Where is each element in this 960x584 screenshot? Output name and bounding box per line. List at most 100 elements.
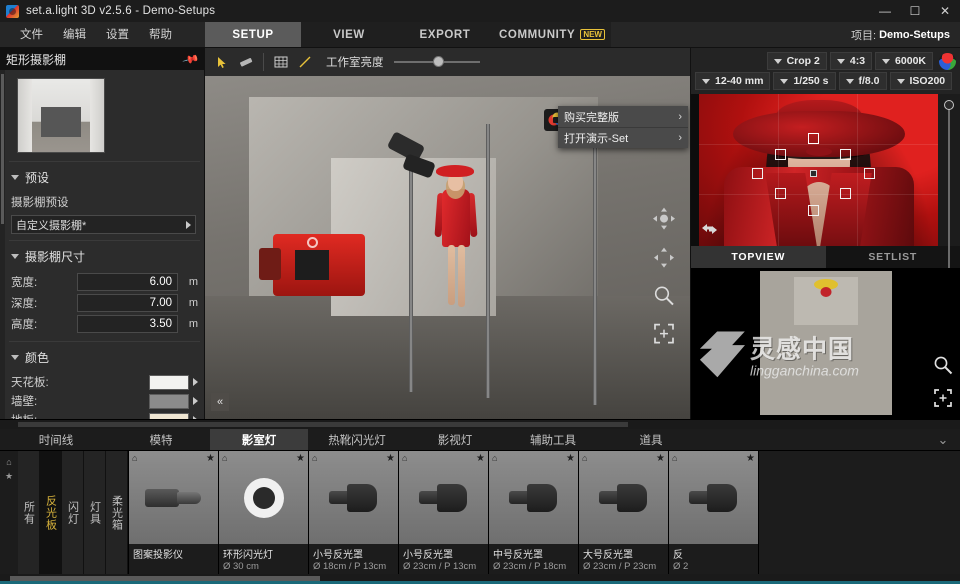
menu-item-edit[interactable]: 编辑 (53, 22, 96, 48)
cursor-arrow-icon[interactable] (211, 51, 233, 73)
side-tab-fixtures[interactable]: 灯具 (84, 451, 106, 574)
tab-view[interactable]: VIEW (301, 22, 397, 47)
ceiling-color-swatch[interactable] (149, 375, 189, 390)
library-item[interactable]: ⌂ ★ 小号反光罩 Ø 18cm / P 13cm (309, 451, 399, 574)
tab-continuous-lights[interactable]: 影视灯 (406, 429, 504, 450)
studio-3d-viewport[interactable]: 购买完整版 › 打开演示-Set › « (205, 76, 690, 419)
tab-studio-lights[interactable]: 影室灯 (210, 429, 308, 450)
star-icon[interactable]: ★ (746, 453, 755, 464)
focal-length-select[interactable]: 12-40 mm (695, 72, 770, 90)
section-preset-title: 预设 (25, 169, 49, 186)
menu-item-file[interactable]: 文件 (10, 22, 53, 48)
timeline-strip[interactable] (0, 420, 960, 429)
grid-icon[interactable] (270, 51, 292, 73)
library-item[interactable]: ⌂ ★ 大号反光罩 Ø 23cm / P 23cm (579, 451, 669, 574)
aperture-select[interactable]: f/8.0 (839, 72, 887, 90)
field-depth: 深度: 7.00 m (11, 294, 198, 312)
star-icon[interactable]: ★ (206, 453, 215, 464)
side-tab-reflector[interactable]: 反光板 (40, 451, 62, 574)
tab-props[interactable]: 道具 (602, 429, 700, 450)
collapse-panel-button[interactable]: « (211, 393, 229, 411)
mode-tabs: SETUP VIEW EXPORT COMMUNITY NEW (205, 22, 611, 47)
star-icon[interactable]: ★ (5, 471, 13, 482)
library-item[interactable]: ⌂ ★ 反 Ø 2 (669, 451, 759, 574)
topview-tools (933, 355, 953, 411)
library-favorites: ⌂ ★ (0, 451, 18, 574)
tab-model[interactable]: 模特 (112, 429, 210, 450)
swap-arrows-icon[interactable] (701, 223, 718, 238)
buy-full-version-label: 购买完整版 (564, 109, 619, 125)
white-balance-select[interactable]: 6000K (875, 52, 933, 70)
open-demo-set-item[interactable]: 打开演示-Set › (558, 127, 688, 148)
studio-brightness-slider[interactable] (394, 54, 480, 70)
photo-preview[interactable] (691, 94, 960, 246)
width-input[interactable]: 6.00 (77, 273, 178, 291)
section-dimensions[interactable]: 摄影棚尺寸 (9, 241, 200, 270)
minimize-button[interactable]: — (870, 0, 900, 22)
topview-panel[interactable]: 灵感中国 lingganchina.com (691, 268, 960, 420)
menu-item-settings[interactable]: 设置 (96, 22, 139, 48)
floor-color-swatch[interactable] (149, 413, 189, 420)
tab-topview[interactable]: TOPVIEW (691, 246, 826, 268)
properties-scrollbar[interactable] (0, 70, 5, 419)
studio-preset-select[interactable]: 自定义摄影棚* (11, 215, 196, 234)
studio-brightness-label: 工作室亮度 (326, 54, 384, 70)
library-side-tabs: ⌂ ★ 所有 反光板 闪灯 灯具 柔光箱 (0, 451, 129, 574)
width-label: 宽度: (11, 274, 77, 290)
color-wheel-icon[interactable] (939, 53, 956, 70)
tab-accessories[interactable]: 辅助工具 (504, 429, 602, 450)
application-window: set.a.light 3D v2.5.6 - Demo-Setups — ☐ … (0, 0, 960, 584)
orbit-icon[interactable] (652, 206, 676, 230)
side-tab-all[interactable]: 所有 (18, 451, 40, 574)
properties-panel-header: 矩形摄影棚 📌 (0, 48, 204, 70)
side-tab-softbox[interactable]: 柔光箱 (106, 451, 128, 574)
crop-select[interactable]: Crop 2 (767, 52, 827, 70)
tab-setup[interactable]: SETUP (205, 22, 301, 47)
zoom-icon[interactable] (653, 284, 675, 306)
camera-object[interactable] (273, 234, 365, 296)
fit-icon[interactable] (933, 388, 953, 411)
maximize-button[interactable]: ☐ (900, 0, 930, 22)
item-caption: 反 Ø 2 (669, 544, 758, 574)
measure-icon[interactable] (235, 51, 257, 73)
zoom-icon[interactable] (933, 355, 953, 378)
line-icon[interactable] (294, 51, 316, 73)
iso-select[interactable]: ISO200 (890, 72, 953, 90)
library-item[interactable]: ⌂ ★ 环形闪光灯 Ø 30 cm (219, 451, 309, 574)
depth-input[interactable]: 7.00 (77, 294, 178, 312)
aspect-ratio-select[interactable]: 4:3 (830, 52, 872, 70)
menu-item-help[interactable]: 帮助 (139, 22, 182, 48)
library-item[interactable]: ⌂ ★ 中号反光罩 Ø 23cm / P 18cm (489, 451, 579, 574)
pan-icon[interactable] (653, 246, 675, 268)
shutter-speed-select[interactable]: 1/250 s (773, 72, 835, 90)
tab-timeline[interactable]: 时间线 (0, 429, 112, 450)
tab-speedlights[interactable]: 热靴闪光灯 (308, 429, 406, 450)
close-button[interactable]: ✕ (930, 0, 960, 22)
chevron-double-down-icon[interactable]: ⌄ (926, 429, 960, 450)
star-icon[interactable]: ★ (656, 453, 665, 464)
home-icon[interactable]: ⌂ (6, 457, 11, 467)
side-tab-flash[interactable]: 闪灯 (62, 451, 84, 574)
library-item[interactable]: ⌂ ★ 图案投影仪 (129, 451, 219, 574)
model-figure[interactable] (428, 165, 486, 371)
library-item[interactable]: ⌂ ★ 小号反光罩 Ø 23cm / P 13cm (399, 451, 489, 574)
item-thumbnail: ⌂ ★ (399, 451, 488, 544)
window-controls: — ☐ ✕ (870, 0, 960, 22)
section-preset[interactable]: 预设 (9, 162, 200, 191)
star-icon[interactable]: ★ (566, 453, 575, 464)
field-height: 高度: 3.50 m (11, 315, 198, 333)
tab-setlist[interactable]: SETLIST (826, 246, 960, 268)
wall-color-swatch[interactable] (149, 394, 189, 409)
star-icon[interactable]: ★ (476, 453, 485, 464)
tab-export[interactable]: EXPORT (397, 22, 493, 47)
fit-icon[interactable] (653, 322, 675, 344)
home-icon: ⌂ (492, 453, 497, 463)
pin-icon[interactable]: 📌 (182, 50, 200, 68)
star-icon[interactable]: ★ (386, 453, 395, 464)
star-icon[interactable]: ★ (296, 453, 305, 464)
depth-label: 深度: (11, 295, 77, 311)
buy-full-version-item[interactable]: 购买完整版 › (558, 106, 688, 127)
tab-community[interactable]: COMMUNITY NEW (493, 22, 611, 47)
section-colors[interactable]: 颜色 (9, 342, 200, 371)
height-input[interactable]: 3.50 (77, 315, 178, 333)
